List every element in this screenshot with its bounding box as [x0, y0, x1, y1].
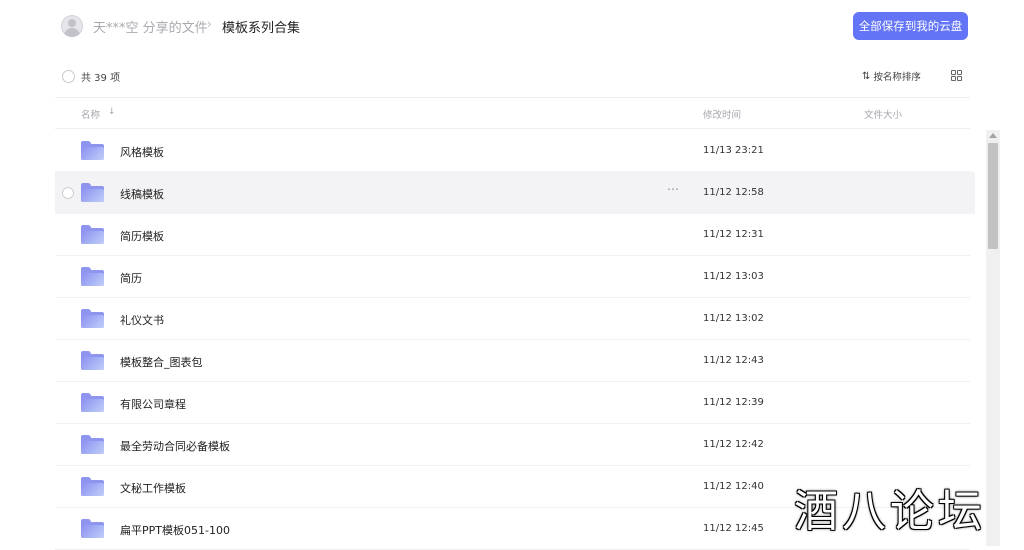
folder-icon [81, 183, 104, 202]
file-row[interactable]: 简历模板 11/12 12:31 [55, 214, 970, 256]
watermark-logo: 酒八论坛 [794, 486, 986, 537]
file-modified-time: 11/12 13:02 [703, 313, 764, 324]
breadcrumb-current-folder: 模板系列合集 [222, 21, 301, 36]
folder-icon [81, 477, 104, 496]
top-bar: 天***空 分享的文件 › 模板系列合集 全部保存到我的云盘 [0, 0, 1024, 52]
file-modified-time: 11/12 13:03 [703, 271, 764, 282]
file-name[interactable]: 文秘工作模板 [120, 480, 186, 496]
file-row[interactable]: 简历 11/12 13:03 [55, 256, 970, 298]
file-name[interactable]: 简历 [120, 270, 142, 286]
file-modified-time: 11/12 12:42 [703, 439, 764, 450]
total-count: 共 39 项 [81, 73, 121, 84]
avatar-body [64, 28, 80, 37]
column-header-modified[interactable]: 修改时间 [703, 107, 741, 121]
folder-icon [81, 309, 104, 328]
avatar-head [68, 19, 76, 27]
breadcrumb-owner[interactable]: 天***空 分享的文件 [93, 17, 208, 36]
file-name[interactable]: 礼仪文书 [120, 312, 164, 328]
breadcrumb-separator: › [207, 17, 212, 31]
folder-icon [81, 267, 104, 286]
file-name[interactable]: 模板整合_图表包 [120, 354, 203, 370]
scrollbar[interactable] [986, 130, 1000, 546]
sort-icon: ⇅ [862, 70, 871, 82]
scrollbar-thumb[interactable] [988, 143, 998, 249]
sort-button[interactable]: ⇅ 按名称排序 [862, 68, 921, 84]
file-row[interactable]: 礼仪文书 11/12 13:02 [55, 298, 970, 340]
save-all-button[interactable]: 全部保存到我的云盘 [853, 12, 968, 40]
file-modified-time: 11/13 23:21 [703, 145, 764, 156]
folder-icon [81, 393, 104, 412]
file-modified-time: 11/12 12:58 [703, 187, 764, 198]
grid-cell [951, 76, 956, 81]
file-name[interactable]: 风格模板 [120, 144, 164, 160]
folder-icon [81, 351, 104, 370]
file-modified-time: 11/12 12:40 [703, 481, 764, 492]
file-name[interactable]: 简历模板 [120, 228, 164, 244]
file-name[interactable]: 扁平PPT模板051-100 [120, 522, 230, 538]
sort-label: 按名称排序 [873, 72, 921, 83]
column-header-name[interactable]: 名称 [81, 107, 100, 121]
file-modified-time: 11/12 12:45 [703, 523, 764, 534]
file-name[interactable]: 有限公司章程 [120, 396, 186, 412]
avatar[interactable] [61, 15, 83, 37]
file-name[interactable]: 线稿模板 [120, 186, 164, 202]
list-toolbar: 共 39 项 ⇅ 按名称排序 [0, 64, 1024, 88]
file-name[interactable]: 最全劳动合同必备模板 [120, 438, 230, 454]
file-modified-time: 11/12 12:39 [703, 397, 764, 408]
file-modified-time: 11/12 12:43 [703, 355, 764, 366]
file-row[interactable]: 线稿模板 ⋯ 11/12 12:58 [55, 172, 975, 214]
file-row[interactable]: 有限公司章程 11/12 12:39 [55, 382, 970, 424]
row-checkbox[interactable] [62, 187, 74, 199]
more-options-icon[interactable]: ⋯ [667, 182, 680, 196]
folder-icon [81, 519, 104, 538]
grid-cell [951, 70, 956, 75]
folder-icon [81, 225, 104, 244]
folder-icon [81, 141, 104, 160]
file-modified-time: 11/12 12:31 [703, 229, 764, 240]
select-all-checkbox[interactable] [62, 70, 75, 83]
file-row[interactable]: 风格模板 11/13 23:21 [55, 130, 970, 172]
scroll-up-icon[interactable] [989, 133, 997, 138]
column-header-size[interactable]: 文件大小 [864, 107, 902, 121]
folder-icon [81, 435, 104, 454]
grid-view-icon[interactable] [951, 70, 962, 81]
grid-cell [957, 70, 962, 75]
grid-cell [957, 76, 962, 81]
file-row[interactable]: 模板整合_图表包 11/12 12:43 [55, 340, 970, 382]
sort-down-icon[interactable]: ↓ [108, 107, 116, 117]
toolbar-divider [55, 97, 970, 98]
header-divider [55, 128, 970, 129]
file-row[interactable]: 最全劳动合同必备模板 11/12 12:42 [55, 424, 970, 466]
